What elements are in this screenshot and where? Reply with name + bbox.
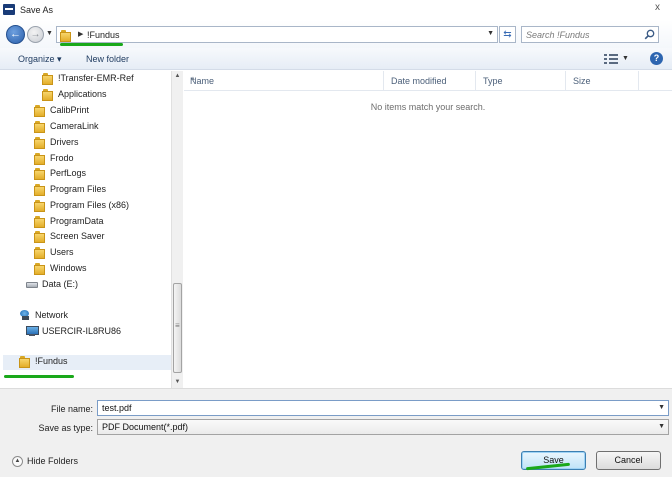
computer-icon bbox=[26, 326, 39, 336]
highlight-mark-address bbox=[60, 43, 123, 46]
save-options-panel: File name: test.pdf ▼ Save as type: PDF … bbox=[0, 388, 672, 477]
nav-item-users[interactable]: Users bbox=[34, 246, 171, 260]
window-title: Save As bbox=[20, 5, 54, 15]
scroll-thumb[interactable] bbox=[173, 283, 182, 373]
nav-item-calibprint[interactable]: CalibPrint bbox=[34, 104, 171, 118]
nav-item-computer[interactable]: USERCIR-IL8RU86 bbox=[26, 325, 171, 339]
save-type-dropdown-icon[interactable]: ▼ bbox=[658, 423, 665, 430]
folder-icon bbox=[19, 356, 30, 368]
folder-icon bbox=[34, 263, 45, 275]
nav-scrollbar[interactable]: ▲ ▼ bbox=[171, 71, 183, 388]
sort-caret-icon: ▲ bbox=[190, 76, 196, 82]
folder-icon bbox=[34, 121, 45, 133]
nav-item-drivers[interactable]: Drivers bbox=[34, 136, 171, 150]
column-header-row: Name ▲ Date modified Type Size bbox=[184, 71, 672, 91]
nav-item-program-files[interactable]: Program Files bbox=[34, 183, 171, 197]
folder-icon bbox=[34, 231, 45, 243]
view-dropdown-icon[interactable]: ▼ bbox=[622, 55, 629, 62]
navigation-pane: !Transfer-EMR-Ref Applications CalibPrin… bbox=[0, 71, 171, 388]
nav-item-frodo[interactable]: Frodo bbox=[34, 152, 171, 166]
nav-item-applications[interactable]: Applications bbox=[42, 88, 171, 102]
search-box[interactable] bbox=[521, 26, 659, 43]
address-bar[interactable]: ▶ !Fundus ▼ bbox=[56, 26, 498, 43]
column-header-date-modified[interactable]: Date modified bbox=[385, 71, 476, 91]
nav-item-programdata[interactable]: ProgramData bbox=[34, 215, 171, 229]
scroll-up-icon[interactable]: ▲ bbox=[172, 71, 183, 82]
save-type-value: PDF Document(*.pdf) bbox=[102, 422, 189, 432]
file-name-field[interactable]: test.pdf ▼ bbox=[97, 400, 669, 416]
nav-item-transfer-emr-ref[interactable]: !Transfer-EMR-Ref bbox=[42, 72, 171, 86]
folder-icon bbox=[34, 105, 45, 117]
organize-button[interactable]: Organize ▾ bbox=[18, 54, 62, 65]
highlight-mark-nav bbox=[4, 375, 74, 378]
folder-icon bbox=[34, 184, 45, 196]
folder-icon bbox=[60, 30, 71, 42]
column-header-name[interactable]: Name ▲ bbox=[184, 71, 384, 91]
forward-button[interactable]: → bbox=[27, 26, 44, 43]
drive-icon bbox=[26, 282, 38, 288]
breadcrumb-chevron-icon[interactable]: ▶ bbox=[78, 30, 83, 38]
cancel-button[interactable]: Cancel bbox=[596, 451, 661, 470]
folder-icon bbox=[42, 73, 53, 85]
folder-icon bbox=[34, 168, 45, 180]
save-type-select[interactable]: PDF Document(*.pdf) ▼ bbox=[97, 419, 669, 435]
column-header-size[interactable]: Size bbox=[567, 71, 639, 91]
nav-item-perflogs[interactable]: PerfLogs bbox=[34, 167, 171, 181]
chevron-up-icon: ▲ bbox=[12, 456, 23, 468]
nav-item-screen-saver[interactable]: Screen Saver bbox=[34, 230, 171, 244]
network-icon bbox=[19, 310, 31, 320]
arrow-left-icon: ← bbox=[10, 28, 21, 40]
nav-item-network[interactable]: Network bbox=[19, 309, 171, 323]
back-button[interactable]: ← bbox=[6, 25, 25, 44]
new-folder-button[interactable]: New folder bbox=[86, 54, 129, 64]
folder-icon bbox=[34, 216, 45, 228]
file-name-value: test.pdf bbox=[102, 403, 132, 413]
scroll-down-icon[interactable]: ▼ bbox=[172, 377, 183, 388]
nav-item-fundus[interactable]: !Fundus bbox=[3, 355, 171, 370]
view-options-icon[interactable] bbox=[604, 54, 618, 64]
address-dropdown-icon[interactable]: ▼ bbox=[487, 30, 494, 37]
recent-locations-dropdown[interactable]: ▼ bbox=[46, 30, 53, 37]
search-input[interactable] bbox=[526, 29, 636, 41]
nav-item-program-files-x86[interactable]: Program Files (x86) bbox=[34, 199, 171, 213]
empty-message: No items match your search. bbox=[370, 102, 486, 112]
file-list-pane: Name ▲ Date modified Type Size No items … bbox=[184, 71, 672, 388]
folder-icon bbox=[34, 137, 45, 149]
folder-icon bbox=[34, 200, 45, 212]
close-icon[interactable]: x bbox=[655, 2, 660, 13]
folder-icon bbox=[42, 89, 53, 101]
refresh-icon: ⇆ bbox=[503, 29, 512, 40]
folder-icon bbox=[34, 153, 45, 165]
nav-item-data-drive[interactable]: Data (E:) bbox=[26, 278, 171, 292]
help-icon[interactable]: ? bbox=[650, 52, 663, 65]
file-name-label: File name: bbox=[50, 404, 93, 414]
command-toolbar: Organize ▾ New folder ▼ ? bbox=[0, 48, 672, 70]
arrow-right-icon: → bbox=[30, 29, 41, 40]
search-icon[interactable] bbox=[644, 29, 655, 40]
refresh-button[interactable]: ⇆ bbox=[499, 26, 516, 43]
save-type-label: Save as type: bbox=[38, 423, 93, 433]
nav-item-cameralink[interactable]: CameraLink bbox=[34, 120, 171, 134]
title-bar: Save As x bbox=[0, 0, 672, 20]
folder-icon bbox=[34, 247, 45, 259]
breadcrumb-current[interactable]: !Fundus bbox=[87, 30, 120, 40]
nav-item-windows[interactable]: Windows bbox=[34, 262, 171, 276]
hide-folders-button[interactable]: ▲ Hide Folders bbox=[12, 456, 78, 468]
app-icon bbox=[3, 4, 15, 15]
file-name-dropdown-icon[interactable]: ▼ bbox=[658, 404, 665, 411]
column-header-type[interactable]: Type bbox=[477, 71, 566, 91]
